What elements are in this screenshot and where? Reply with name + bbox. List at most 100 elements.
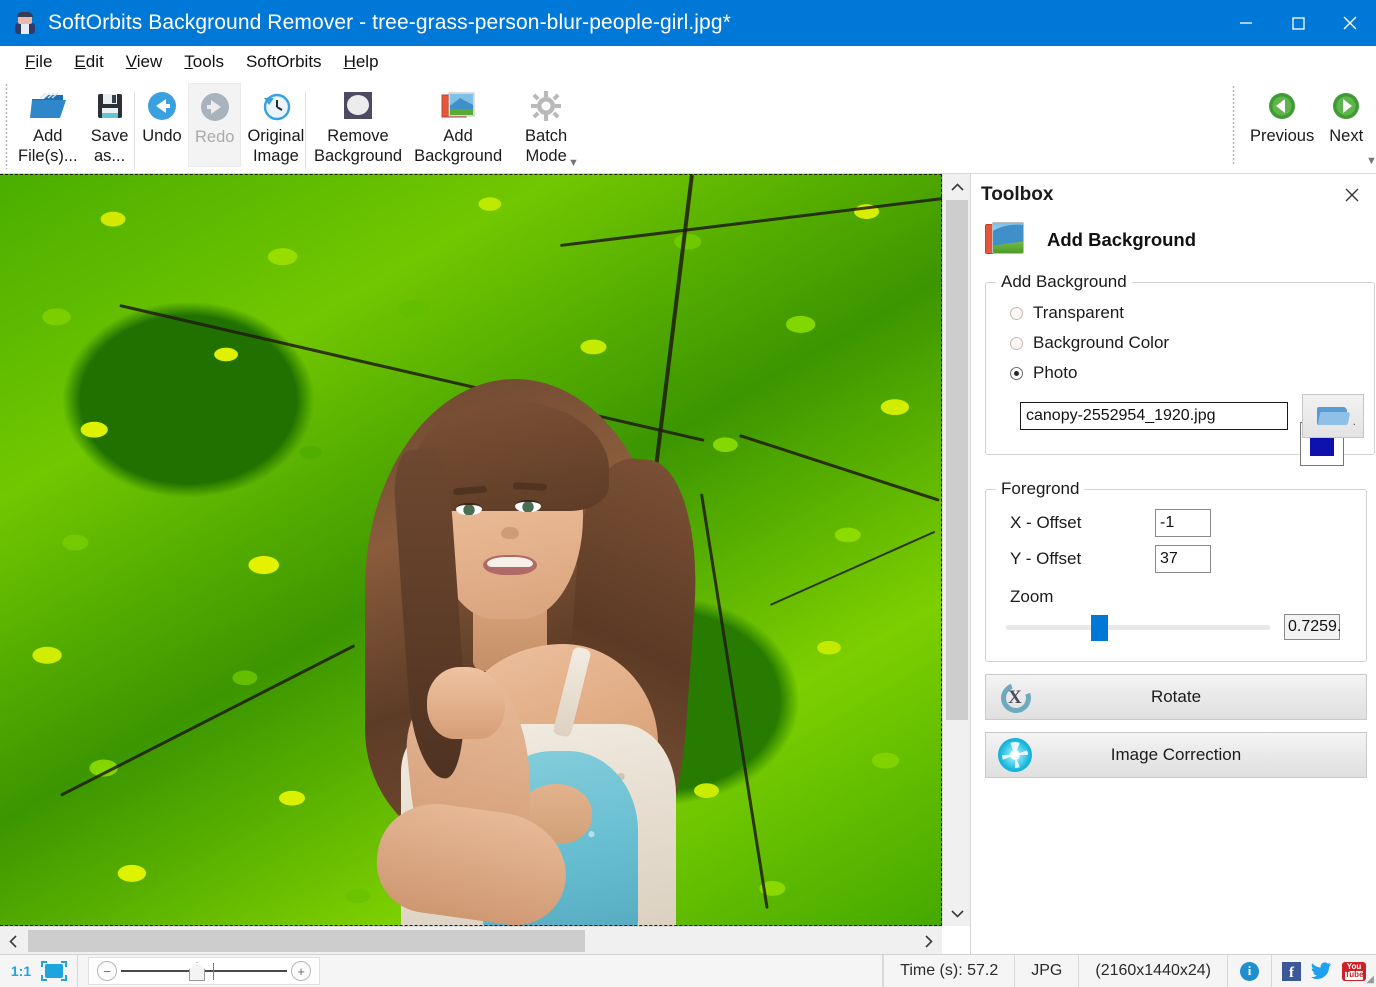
window-title: SoftOrbits Background Remover - tree-gra… xyxy=(48,11,731,34)
previous-button[interactable]: Previous xyxy=(1244,83,1320,167)
toolbar-group-file: Add File(s)... Save as... xyxy=(12,83,136,169)
batch-mode-label: Batch Mode xyxy=(525,127,568,165)
menu-item-view[interactable]: View xyxy=(115,49,174,75)
radio-transparent-indicator[interactable] xyxy=(1010,306,1023,320)
browse-photo-button[interactable]: . xyxy=(1302,394,1364,438)
radio-background-color-indicator[interactable] xyxy=(1010,336,1023,350)
x-offset-row: X - Offset xyxy=(996,505,1356,541)
status-dimensions: (2160x1440x24) xyxy=(1079,954,1228,987)
foreground-subject xyxy=(355,379,715,926)
canvas-vertical-scrollbar[interactable] xyxy=(942,174,970,926)
redo-label: Redo xyxy=(195,128,235,146)
radio-option-transparent[interactable]: Transparent xyxy=(996,298,1364,328)
radio-photo-indicator[interactable] xyxy=(1010,366,1023,380)
radio-option-background-color[interactable]: Background Color xyxy=(996,328,1364,358)
menu-item-edit[interactable]: Edit xyxy=(63,49,114,75)
toolbar-separator-2 xyxy=(305,91,306,169)
menu-item-help[interactable]: Help xyxy=(333,49,390,75)
photo-file-row: . xyxy=(996,388,1364,440)
twitter-icon[interactable] xyxy=(1311,961,1332,981)
zoom-slider-rail xyxy=(1006,624,1270,630)
radio-option-photo[interactable]: Photo xyxy=(996,358,1364,388)
close-icon[interactable] xyxy=(1324,0,1376,46)
vertical-scroll-thumb[interactable] xyxy=(946,200,968,720)
undo-label: Undo xyxy=(142,127,182,145)
active-tool-header: Add Background xyxy=(971,216,1376,268)
chevron-right-icon[interactable] xyxy=(915,927,942,955)
toolbar-gripper[interactable] xyxy=(5,83,8,169)
chevron-up-icon[interactable] xyxy=(943,174,971,200)
maximize-icon[interactable] xyxy=(1272,0,1324,46)
zoom-ratio-button[interactable]: 1:1 xyxy=(10,960,32,982)
next-button[interactable]: Next xyxy=(1320,83,1372,167)
toolbar-overflow-chevron[interactable]: ▼ xyxy=(568,157,579,169)
menu-item-tools[interactable]: Tools xyxy=(173,49,235,75)
add-background-group: Add Background Transparent Background Co… xyxy=(985,272,1375,466)
active-tool-title: Add Background xyxy=(1047,229,1197,250)
status-zoom-controls: 1:1 xyxy=(0,954,78,987)
x-offset-label: X - Offset xyxy=(1010,513,1082,532)
menu-item-file[interactable]: File xyxy=(14,49,63,75)
remove-background-icon xyxy=(341,87,375,125)
main-toolbar: Add File(s)... Save as... Undo Redo Orig… xyxy=(0,79,1376,174)
add-background-icon xyxy=(440,87,476,125)
status-zoom-slider-cell: − + xyxy=(78,955,330,987)
add-files-button[interactable]: Add File(s)... xyxy=(12,83,84,167)
plus-icon[interactable]: + xyxy=(291,961,311,981)
nav-toolbar-gripper[interactable] xyxy=(1232,85,1235,165)
nav-overflow-chevron[interactable]: ▼ xyxy=(1366,155,1376,167)
x-offset-input[interactable] xyxy=(1155,509,1211,537)
chevron-down-icon[interactable] xyxy=(943,900,971,926)
youtube-icon[interactable]: You Tube xyxy=(1342,961,1366,981)
zoom-slider-thumb[interactable] xyxy=(1091,615,1108,641)
batch-mode-button[interactable]: Batch Mode xyxy=(508,83,584,167)
radio-transparent-label: Transparent xyxy=(1033,303,1125,322)
close-icon[interactable] xyxy=(1340,183,1364,207)
add-files-label: Add File(s)... xyxy=(18,127,78,165)
redo-button[interactable]: Redo xyxy=(188,83,242,167)
toolbar-separator-1 xyxy=(134,91,135,169)
selection-marquee-bottom xyxy=(0,925,942,926)
status-format: JPG xyxy=(1015,954,1080,987)
y-offset-row: Y - Offset xyxy=(996,541,1356,577)
chevron-left-icon[interactable] xyxy=(0,927,27,955)
status-social-links: f You Tube xyxy=(1272,961,1376,981)
toolbox-panel: Toolbox Add Background Add Background Tr… xyxy=(970,174,1376,954)
horizontal-scroll-thumb[interactable] xyxy=(28,930,585,952)
resize-grip[interactable]: ◢ xyxy=(1366,974,1374,985)
zoom-slider[interactable] xyxy=(1006,613,1270,641)
photo-filename-input[interactable] xyxy=(1020,402,1288,430)
zoom-slider-control[interactable]: − + xyxy=(88,957,320,985)
undo-arrow-icon xyxy=(146,87,178,125)
next-label: Next xyxy=(1329,127,1364,145)
canvas-horizontal-scrollbar[interactable] xyxy=(0,926,942,954)
remove-background-label: Remove Background xyxy=(314,127,403,165)
image-correction-button[interactable]: Image Correction xyxy=(985,732,1367,778)
zoom-value-field[interactable]: 0.7259. xyxy=(1284,614,1341,640)
y-offset-label: Y - Offset xyxy=(1010,549,1082,568)
add-background-button[interactable]: Add Background xyxy=(408,83,508,167)
rotate-button[interactable]: X Rotate xyxy=(985,674,1367,720)
info-icon[interactable]: i xyxy=(1240,961,1259,981)
status-bar: 1:1 − + Time (s): 57.2 JPG (2160x1440x24… xyxy=(0,954,1376,987)
image-canvas[interactable] xyxy=(0,174,942,926)
toolbar-group-navigation: Previous Next ▼ xyxy=(1244,83,1376,169)
y-offset-input[interactable] xyxy=(1155,545,1211,573)
zoom-slider-handle[interactable] xyxy=(189,962,205,981)
rotate-icon: X xyxy=(996,678,1036,718)
fit-to-window-icon[interactable] xyxy=(41,961,67,981)
facebook-icon[interactable]: f xyxy=(1282,961,1301,981)
add-background-label: Add Background xyxy=(414,127,503,165)
selection-marquee-right xyxy=(941,174,942,926)
minimize-icon[interactable] xyxy=(1220,0,1272,46)
toolbar-group-history: Undo Redo Original Image xyxy=(136,83,310,169)
window-controls xyxy=(1220,0,1376,46)
foreground-group: Foregrond X - Offset Y - Offset Zoom 0.7… xyxy=(985,479,1367,662)
menu-item-softorbits[interactable]: SoftOrbits xyxy=(235,49,333,75)
original-image-button[interactable]: Original Image xyxy=(241,83,310,167)
minus-icon[interactable]: − xyxy=(97,961,117,981)
radio-background-color-label: Background Color xyxy=(1033,333,1170,352)
remove-background-button[interactable]: Remove Background xyxy=(308,83,408,167)
save-as-button[interactable]: Save as... xyxy=(84,83,136,167)
undo-button[interactable]: Undo xyxy=(136,83,188,167)
